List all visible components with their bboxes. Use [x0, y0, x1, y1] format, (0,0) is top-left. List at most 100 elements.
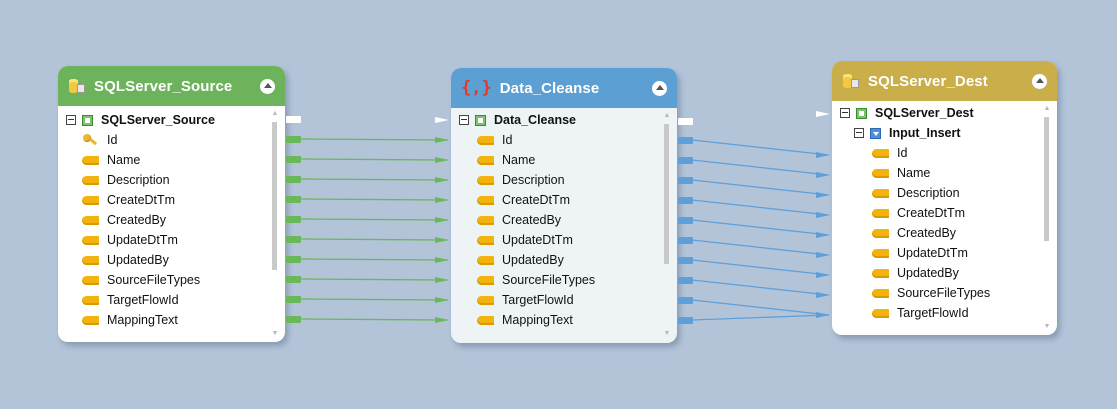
column-output-port[interactable] — [286, 316, 301, 323]
link-source-cleanse — [299, 158, 449, 161]
column-row-targetflowid[interactable]: TargetFlowId — [82, 290, 179, 310]
column-label: Id — [897, 146, 908, 160]
link-arrow — [435, 177, 449, 183]
node-data-cleanse[interactable]: {,} Data_Cleanse Data_Cleanse Id Name Desc… — [451, 68, 677, 343]
node-sqlserver-dest[interactable]: SQLServer_Dest SQLServer_Dest Input_Inse… — [832, 61, 1057, 335]
column-row-sourcefiletypes[interactable]: SourceFileTypes — [82, 270, 200, 290]
link-arrow — [435, 257, 449, 263]
node-header-dest[interactable]: SQLServer_Dest — [832, 61, 1057, 101]
link-arrow — [435, 237, 449, 243]
column-output-port[interactable] — [286, 176, 301, 183]
link-source-cleanse — [299, 178, 449, 181]
column-icon — [82, 155, 99, 165]
column-row-sourcefiletypes[interactable]: SourceFileTypes — [477, 270, 595, 290]
column-row-createdby[interactable]: CreatedBy — [82, 210, 166, 230]
column-row-id[interactable]: Id — [872, 143, 907, 163]
collapse-tree-icon[interactable] — [840, 108, 850, 118]
collapse-up-icon[interactable] — [260, 78, 275, 94]
column-row-updatedby[interactable]: UpdatedBy — [872, 263, 959, 283]
column-output-port[interactable] — [678, 217, 693, 224]
column-icon — [872, 228, 889, 238]
scroll-up-arrow[interactable]: ▲ — [1043, 105, 1051, 113]
tree-root-source[interactable]: SQLServer_Source — [66, 110, 215, 130]
column-row-createdttm[interactable]: CreateDtTm — [872, 203, 965, 223]
table-output-port[interactable] — [678, 118, 693, 125]
column-label: CreatedBy — [107, 213, 167, 227]
scroll-up-arrow[interactable]: ▲ — [663, 112, 671, 120]
table-icon — [475, 114, 486, 126]
column-row-createdttm[interactable]: CreateDtTm — [82, 190, 175, 210]
tree-root-label: SQLServer_Source — [101, 113, 215, 127]
column-icon — [477, 215, 494, 225]
column-output-port[interactable] — [286, 156, 301, 163]
column-output-port[interactable] — [286, 256, 301, 263]
column-row-updatedby[interactable]: UpdatedBy — [477, 250, 564, 270]
column-output-port[interactable] — [286, 296, 301, 303]
column-row-description[interactable]: Description — [477, 170, 565, 190]
scroll-thumb[interactable] — [1044, 117, 1049, 241]
column-output-port[interactable] — [286, 136, 301, 143]
column-output-port[interactable] — [678, 277, 693, 284]
column-icon — [477, 255, 494, 265]
column-output-port[interactable] — [286, 236, 301, 243]
scrollbar-source[interactable]: ▲ ▼ — [271, 110, 279, 338]
column-row-updatedttm[interactable]: UpdateDtTm — [477, 230, 573, 250]
column-output-port[interactable] — [286, 196, 301, 203]
node-header-source[interactable]: SQLServer_Source — [58, 66, 285, 106]
column-row-name[interactable]: Name — [82, 150, 140, 170]
collapse-up-icon[interactable] — [1032, 73, 1047, 89]
column-row-targetflowid[interactable]: TargetFlowId — [872, 303, 969, 323]
column-label: UpdatedBy — [107, 253, 169, 267]
column-row-description[interactable]: Description — [82, 170, 170, 190]
collapse-tree-icon[interactable] — [66, 115, 76, 125]
tree-sub-root-dest[interactable]: Input_Insert — [854, 123, 961, 143]
column-row-id[interactable]: Id — [82, 130, 117, 150]
tree-root-dest[interactable]: SQLServer_Dest — [840, 103, 974, 123]
scrollbar-cleanse[interactable]: ▲ ▼ — [663, 112, 671, 338]
column-output-port[interactable] — [678, 257, 693, 264]
column-label: UpdatedBy — [897, 266, 959, 280]
column-row-mappingtext[interactable]: MappingText — [82, 310, 178, 330]
column-row-createdby[interactable]: CreatedBy — [477, 210, 561, 230]
column-row-updatedttm[interactable]: UpdateDtTm — [82, 230, 178, 250]
scroll-down-arrow[interactable]: ▼ — [1043, 323, 1051, 331]
column-output-port[interactable] — [678, 297, 693, 304]
collapse-up-icon[interactable] — [652, 80, 667, 96]
column-row-name[interactable]: Name — [872, 163, 930, 183]
node-header-cleanse[interactable]: {,} Data_Cleanse — [451, 68, 677, 108]
column-output-port[interactable] — [678, 317, 693, 324]
column-row-description[interactable]: Description — [872, 183, 960, 203]
column-output-port[interactable] — [678, 137, 693, 144]
scroll-thumb[interactable] — [664, 124, 669, 264]
table-output-port[interactable] — [286, 116, 301, 123]
column-row-name[interactable]: Name — [477, 150, 535, 170]
column-icon — [872, 308, 889, 318]
tree-root-cleanse[interactable]: Data_Cleanse — [459, 110, 576, 130]
column-row-updatedttm[interactable]: UpdateDtTm — [872, 243, 968, 263]
scroll-up-arrow[interactable]: ▲ — [271, 110, 279, 118]
column-row-mappingtext[interactable]: MappingText — [477, 310, 573, 330]
column-output-port[interactable] — [286, 216, 301, 223]
node-sqlserver-source[interactable]: SQLServer_Source SQLServer_Source Id Name… — [58, 66, 285, 342]
collapse-tree-icon[interactable] — [854, 128, 864, 138]
scroll-down-arrow[interactable]: ▼ — [663, 330, 671, 338]
column-icon — [82, 195, 99, 205]
scroll-thumb[interactable] — [272, 122, 277, 270]
column-row-updatedby[interactable]: UpdatedBy — [82, 250, 169, 270]
column-output-port[interactable] — [678, 157, 693, 164]
column-output-port[interactable] — [286, 276, 301, 283]
column-row-createdby[interactable]: CreatedBy — [872, 223, 956, 243]
column-output-port[interactable] — [678, 237, 693, 244]
collapse-tree-icon[interactable] — [459, 115, 469, 125]
column-row-id[interactable]: Id — [477, 130, 512, 150]
scrollbar-dest[interactable]: ▲ ▼ — [1043, 105, 1051, 331]
column-label: SourceFileTypes — [107, 273, 201, 287]
column-output-port[interactable] — [678, 177, 693, 184]
node-title-dest: SQLServer_Dest — [868, 72, 988, 90]
column-row-sourcefiletypes[interactable]: SourceFileTypes — [872, 283, 990, 303]
column-row-createdttm[interactable]: CreateDtTm — [477, 190, 570, 210]
column-row-targetflowid[interactable]: TargetFlowId — [477, 290, 574, 310]
link-source-cleanse — [299, 138, 449, 141]
column-output-port[interactable] — [678, 197, 693, 204]
scroll-down-arrow[interactable]: ▼ — [271, 330, 279, 338]
